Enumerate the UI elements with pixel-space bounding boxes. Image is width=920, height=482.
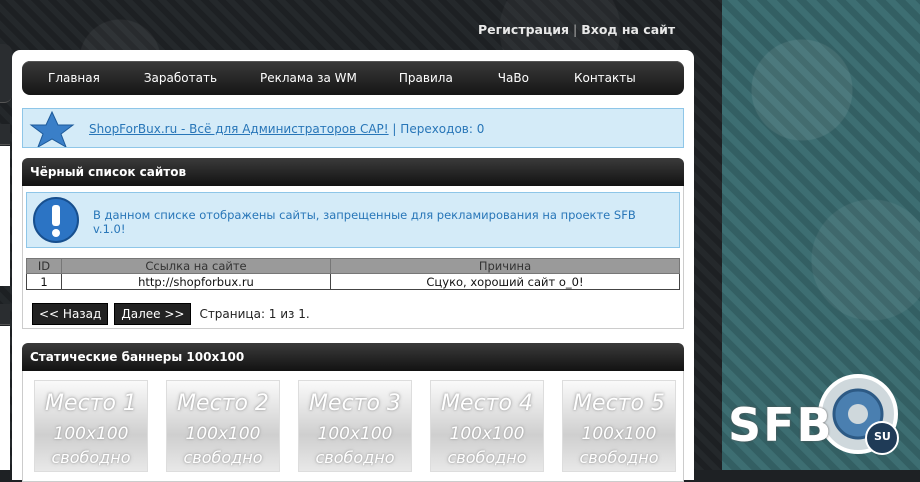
banner-slot-3[interactable]: Место 3 100x100 свободно	[298, 380, 412, 472]
page-info: Страница: 1 из 1.	[199, 307, 310, 321]
sidebar-header-fragment	[0, 44, 12, 103]
banner-size: 100x100	[317, 424, 393, 444]
promo-separator: |	[392, 122, 397, 136]
cell-id: 1	[26, 273, 62, 290]
exclamation-icon	[33, 197, 79, 243]
prev-button[interactable]: << Назад	[32, 303, 109, 325]
banner-status: свободно	[315, 448, 395, 467]
banner-status: свободно	[447, 448, 527, 467]
sidebar-block-body	[0, 146, 10, 286]
banner-place: Место 1	[45, 391, 137, 416]
banner-place: Место 5	[573, 391, 665, 416]
banner-status: свободно	[51, 448, 131, 467]
nav-item-rules[interactable]: Правила	[399, 71, 453, 85]
banner-status: свободно	[183, 448, 263, 467]
column-header-reason: Причина	[330, 258, 680, 274]
blacklist-title: Чёрный список сайтов	[22, 158, 684, 186]
pagination: << Назад Далее >> Страница: 1 из 1.	[32, 303, 310, 325]
nav-item-contacts[interactable]: Контакты	[574, 71, 636, 85]
banner-slot-1[interactable]: Место 1 100x100 свободно	[34, 380, 148, 472]
logo-badge: SU	[874, 430, 891, 443]
banner-size: 100x100	[581, 424, 657, 444]
nav-item-home[interactable]: Главная	[48, 71, 100, 85]
main-nav: Главная Заработать Реклама за WM Правила…	[22, 61, 684, 95]
banners-title: Статические баннеры 100x100	[22, 343, 684, 371]
banner-size: 100x100	[449, 424, 525, 444]
banner-slot-5[interactable]: Место 5 100x100 свободно	[562, 380, 676, 472]
column-header-id: ID	[26, 258, 62, 274]
promo-transitions: Переходов: 0	[400, 122, 485, 136]
banner-size: 100x100	[53, 424, 129, 444]
logo-text: SFB	[728, 398, 834, 452]
promo-bar: ShopForBux.ru - Всё для Администраторов …	[22, 108, 684, 148]
nav-item-faq[interactable]: ЧаВо	[498, 71, 529, 85]
cell-url[interactable]: http://shopforbux.ru	[61, 273, 331, 290]
promo-link[interactable]: ShopForBux.ru - Всё для Администраторов …	[89, 122, 389, 136]
notice-text: В данном списке отображены сайты, запрещ…	[93, 208, 636, 236]
star-icon	[29, 111, 75, 147]
blacklist-notice: В данном списке отображены сайты, запрещ…	[26, 192, 680, 248]
cell-reason: Сцуко, хороший сайт о_0!	[330, 273, 680, 290]
banner-size: 100x100	[185, 424, 261, 444]
nav-item-earn[interactable]: Заработать	[144, 71, 217, 85]
column-header-url: Ссылка на сайте	[61, 258, 331, 274]
banner-place: Место 2	[177, 391, 269, 416]
banner-slot-2[interactable]: Место 2 100x100 свободно	[166, 380, 280, 472]
nav-item-ads[interactable]: Реклама за WM	[260, 71, 357, 85]
sidebar-block-header	[0, 304, 10, 325]
auth-links: Регистрация | Вход на сайт	[478, 22, 675, 37]
banner-place: Место 3	[309, 391, 401, 416]
register-link[interactable]: Регистрация	[478, 22, 569, 37]
login-link[interactable]: Вход на сайт	[581, 22, 675, 37]
banner-place: Место 4	[441, 391, 533, 416]
blacklist-table: ID Ссылка на сайте Причина 1 http://shop…	[26, 258, 680, 290]
banner-status: свободно	[579, 448, 659, 467]
banner-slots: Место 1 100x100 свободно Место 2 100x100…	[34, 380, 676, 472]
sidebar-block-body	[0, 326, 10, 470]
table-row: 1 http://shopforbux.ru Сцуко, хороший са…	[26, 273, 680, 290]
next-button[interactable]: Далее >>	[114, 303, 192, 325]
auth-separator: |	[573, 22, 578, 37]
sidebar-block-header	[0, 124, 10, 145]
banner-slot-4[interactable]: Место 4 100x100 свободно	[430, 380, 544, 472]
